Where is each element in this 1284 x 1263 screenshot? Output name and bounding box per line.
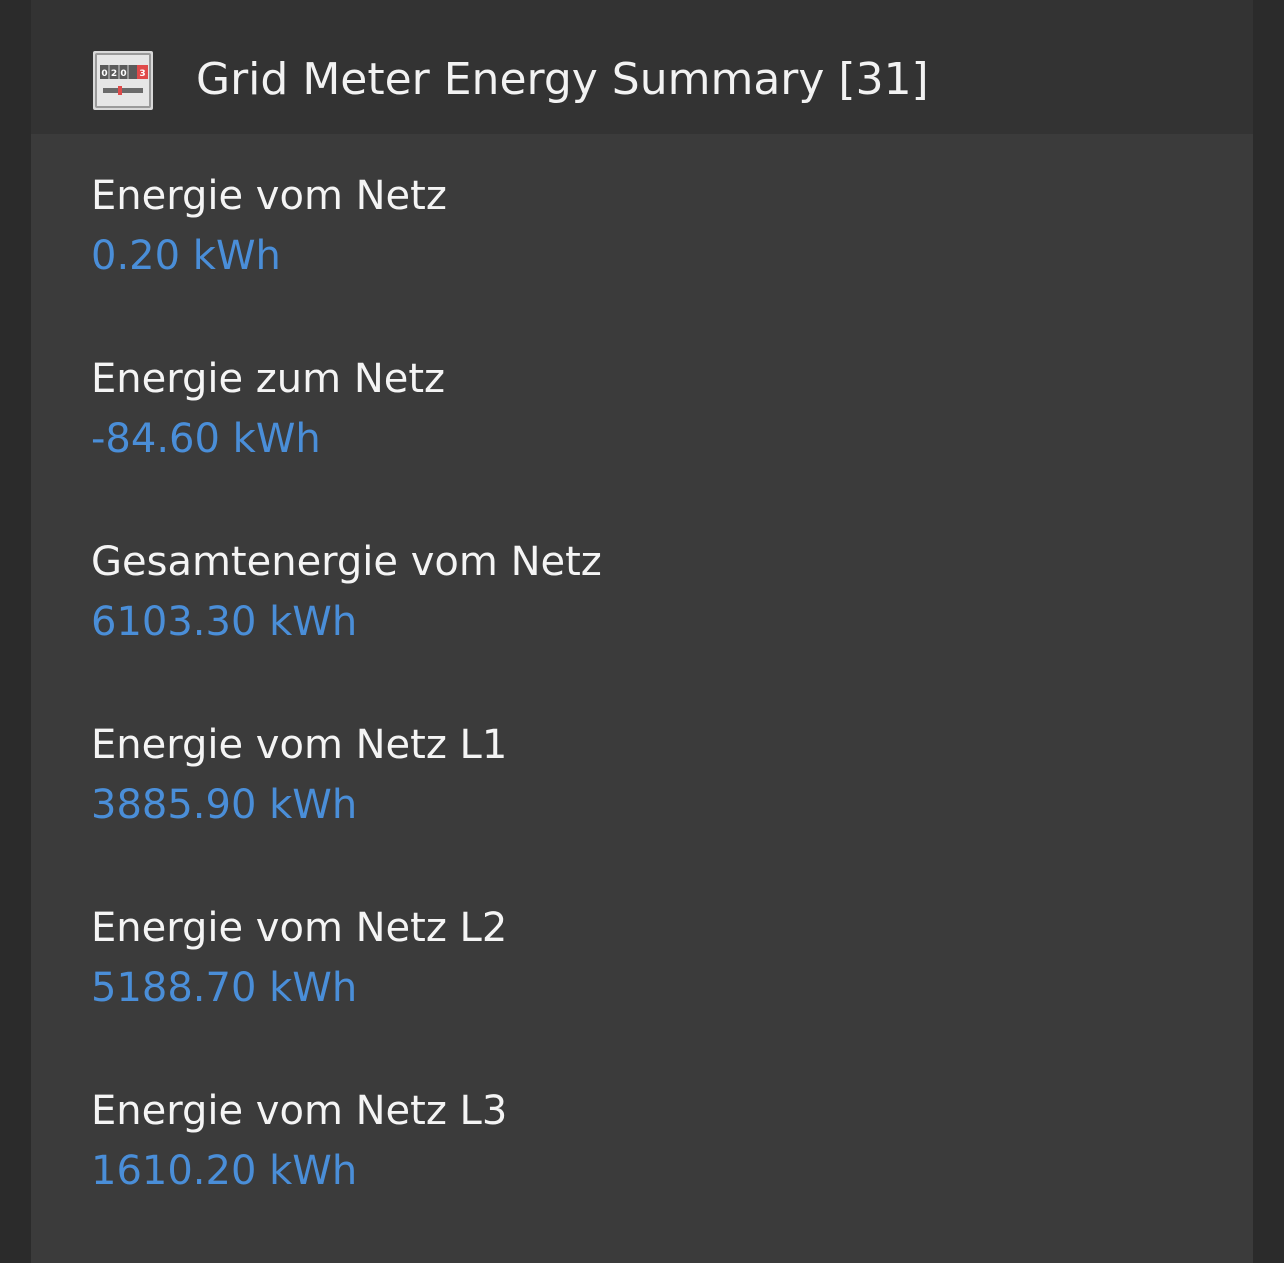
- energy-item-grid-import: Energie vom Netz 0.20 kWh: [91, 172, 1191, 280]
- item-label: Energie vom Netz L1: [91, 722, 508, 768]
- item-value: 5188.70 kWh: [91, 965, 358, 1011]
- item-value: 6103.30 kWh: [91, 599, 358, 645]
- energy-item-grid-l2: Energie vom Netz L2 5188.70 kWh: [91, 904, 1191, 1012]
- energy-item-grid-total: Gesamtenergie vom Netz 6103.30 kWh: [91, 538, 1191, 646]
- meter-icon: 0 2 0 3: [93, 51, 153, 110]
- page-title: Grid Meter Energy Summary [31]: [196, 54, 929, 105]
- meter-digit: 0: [101, 69, 107, 79]
- meter-digit: 2: [111, 69, 117, 79]
- energy-item-grid-l1: Energie vom Netz L1 3885.90 kWh: [91, 721, 1191, 829]
- meter-digit: 0: [120, 69, 126, 79]
- energy-item-grid-l3: Energie vom Netz L3 1610.20 kWh: [91, 1087, 1191, 1195]
- energy-item-grid-export: Energie zum Netz -84.60 kWh: [91, 355, 1191, 463]
- energy-summary-card: 0 2 0 3 Grid Meter Energy Summary [31] E…: [31, 0, 1253, 1263]
- item-label: Gesamtenergie vom Netz: [91, 539, 602, 585]
- card-header: 0 2 0 3 Grid Meter Energy Summary [31]: [31, 0, 1253, 134]
- item-label: Energie vom Netz: [91, 173, 447, 219]
- item-value: -84.60 kWh: [91, 416, 321, 462]
- item-label: Energie vom Netz L2: [91, 905, 508, 951]
- item-value: 1610.20 kWh: [91, 1148, 358, 1194]
- item-value: 0.20 kWh: [91, 233, 281, 279]
- item-label: Energie zum Netz: [91, 356, 446, 402]
- item-value: 3885.90 kWh: [91, 782, 358, 828]
- meter-digit: 3: [139, 69, 145, 79]
- item-label: Energie vom Netz L3: [91, 1088, 508, 1134]
